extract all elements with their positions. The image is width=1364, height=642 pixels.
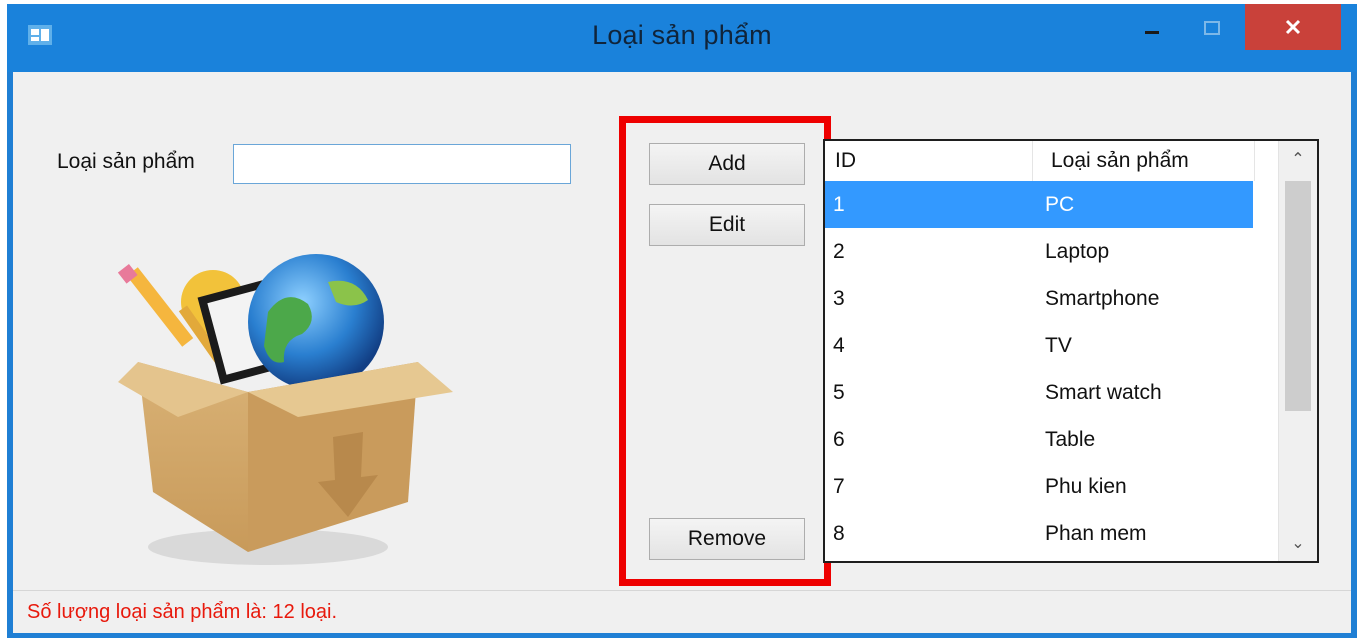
item-id: 8 <box>833 521 845 545</box>
list-item[interactable]: 4 TV <box>825 322 1253 369</box>
list-rows: 1 PC 2 Laptop 3 Smartphone 4 TV 5 Smart … <box>825 181 1253 557</box>
list-item[interactable]: 2 Laptop <box>825 228 1253 275</box>
product-type-label: Loại sản phẩm <box>57 150 195 173</box>
add-button[interactable]: Add <box>649 143 805 185</box>
scroll-thumb[interactable] <box>1285 181 1311 411</box>
client-area: Loại sản phẩm Add Edit Remove ID Loại sả… <box>13 72 1351 633</box>
close-button[interactable] <box>1245 4 1341 50</box>
status-bar: Số lượng loại sản phẩm là: 12 loại. <box>13 590 1351 633</box>
list-item[interactable]: 5 Smart watch <box>825 369 1253 416</box>
vertical-scrollbar[interactable]: ⌃ ⌄ <box>1278 141 1317 561</box>
edit-button[interactable]: Edit <box>649 204 805 246</box>
item-name: Phan mem <box>1045 521 1147 545</box>
product-type-input[interactable] <box>233 144 571 184</box>
remove-button[interactable]: Remove <box>649 518 805 560</box>
item-name: Laptop <box>1045 239 1110 263</box>
item-id: 4 <box>833 333 845 357</box>
list-item[interactable]: 6 Table <box>825 416 1253 463</box>
minimize-button[interactable] <box>1127 8 1177 50</box>
close-icon <box>1285 19 1301 35</box>
item-id: 2 <box>833 239 845 263</box>
chevron-down-icon: ⌄ <box>1291 535 1305 552</box>
button-highlight-frame <box>619 116 831 586</box>
item-name: Smartphone <box>1045 286 1160 310</box>
maximize-button[interactable] <box>1187 8 1237 50</box>
item-name: Table <box>1045 427 1096 451</box>
scroll-down-button[interactable]: ⌄ <box>1279 525 1317 561</box>
column-header-id[interactable]: ID <box>825 141 1033 181</box>
chevron-up-icon: ⌃ <box>1291 151 1305 168</box>
main-window: Loại sản phẩm Loại sản phẩm Add Edit Rem… <box>7 4 1357 638</box>
status-count-text: Số lượng loại sản phẩm là: 12 loại. <box>27 601 338 623</box>
item-id: 6 <box>833 427 845 451</box>
minimize-icon <box>1145 31 1159 34</box>
item-id: 3 <box>833 286 845 310</box>
item-id: 7 <box>833 474 845 498</box>
list-item[interactable]: 3 Smartphone <box>825 275 1253 322</box>
scroll-up-button[interactable]: ⌃ <box>1279 141 1317 177</box>
column-header-name[interactable]: Loại sản phẩm <box>1033 141 1255 181</box>
title-bar[interactable]: Loại sản phẩm <box>7 4 1357 72</box>
item-name: Smart watch <box>1045 380 1162 404</box>
item-id: 5 <box>833 380 845 404</box>
product-box-image <box>118 254 453 565</box>
maximize-icon <box>1204 21 1220 35</box>
item-name: PC <box>1045 192 1075 216</box>
item-name: Phu kien <box>1045 474 1127 498</box>
list-item[interactable]: 8 Phan mem <box>825 510 1253 557</box>
item-id: 1 <box>833 192 845 216</box>
product-type-list[interactable]: ID Loại sản phẩm 1 PC 2 Laptop 3 Smartph… <box>823 139 1319 563</box>
list-item[interactable]: 1 PC <box>825 181 1253 228</box>
list-item[interactable]: 7 Phu kien <box>825 463 1253 510</box>
list-header: ID Loại sản phẩm <box>825 141 1255 181</box>
item-name: TV <box>1045 333 1072 357</box>
